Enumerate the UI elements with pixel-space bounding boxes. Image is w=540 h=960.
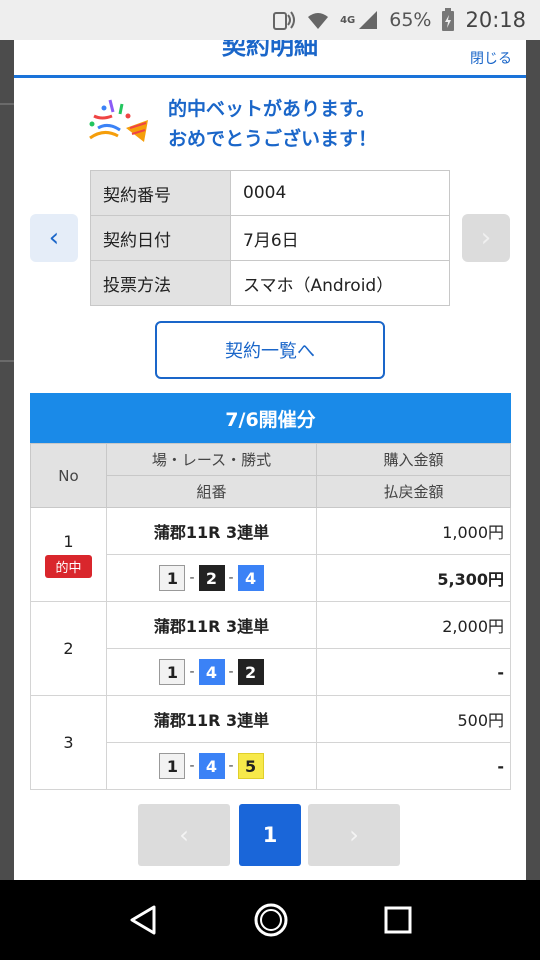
next-contract-button[interactable]: ›: [462, 214, 510, 262]
col-header-combo: 組番: [106, 475, 317, 508]
col-header-payout: 払戻金額: [316, 475, 511, 508]
contract-detail-modal: 契約明細 閉じる 的中ベットがあります。 おめでとうございます！ ‹ › 契約番…: [14, 40, 526, 880]
combo-cell: 1 - 4 - 5: [106, 742, 317, 790]
row-number: 2: [63, 639, 74, 658]
congrats-message: 的中ベットがあります。 おめでとうございます！: [84, 92, 464, 156]
row-number: 1: [63, 531, 74, 551]
signal-icon: 4G: [340, 9, 379, 31]
nfc-icon: [272, 9, 296, 31]
background-divider: [0, 103, 14, 105]
clock: 20:18: [465, 8, 526, 32]
close-button[interactable]: 閉じる: [470, 48, 512, 68]
combo-cell: 1 - 4 - 2: [106, 648, 317, 696]
battery-icon: [441, 8, 455, 32]
separator: -: [189, 664, 195, 680]
contract-date-label: 契約日付: [90, 215, 231, 261]
boat-number: 4: [237, 565, 264, 591]
race-name: 蒲郡11R 3連単: [106, 601, 317, 649]
boat-number: 4: [198, 659, 225, 685]
background-divider: [0, 360, 14, 362]
separator: -: [228, 664, 234, 680]
background-page-right: [526, 40, 540, 880]
boat-number: 5: [237, 753, 264, 779]
chevron-right-icon: ›: [349, 821, 359, 849]
race-name: 蒲郡11R 3連単: [106, 507, 317, 555]
info-row: 契約日付 7月6日: [90, 215, 450, 261]
row-number-cell: 1 的中: [30, 507, 107, 602]
contract-number-label: 契約番号: [90, 170, 231, 216]
vote-method-value: スマホ（Android）: [230, 260, 450, 306]
contract-number-value: 0004: [230, 170, 450, 216]
vote-method-label: 投票方法: [90, 260, 231, 306]
row-number-cell: 2: [30, 601, 107, 696]
section-header: 7/6開催分: [30, 393, 511, 443]
table-row: 1 的中 蒲郡11R 3連単 1,000円: [30, 507, 511, 602]
bet-table: No 場・レース・勝式 購入金額 組番 払戻金額 1 的中 蒲郡11R 3連単 …: [30, 443, 511, 790]
payout-amount: -: [316, 742, 511, 790]
contract-list-button[interactable]: 契約一覧へ: [155, 321, 385, 379]
home-icon[interactable]: [253, 902, 289, 938]
col-header-race: 場・レース・勝式: [106, 443, 317, 476]
battery-percent: 65%: [389, 9, 432, 31]
payout-amount: 5,300円: [316, 554, 511, 602]
purchase-amount: 1,000円: [316, 507, 511, 555]
chevron-left-icon: ‹: [179, 821, 189, 849]
congrats-line-1: 的中ベットがあります。: [168, 98, 376, 120]
congrats-line-2: おめでとうございます！: [168, 128, 378, 150]
wifi-icon: [306, 9, 330, 31]
contract-date-value: 7月6日: [230, 215, 450, 261]
separator: -: [228, 758, 234, 774]
pagination-next-button[interactable]: ›: [308, 804, 400, 866]
table-header-row: No 場・レース・勝式 購入金額: [30, 443, 511, 508]
boat-number: 2: [198, 565, 225, 591]
info-row: 投票方法 スマホ（Android）: [90, 260, 450, 306]
boat-number: 4: [198, 753, 225, 779]
combo-cell: 1 - 2 - 4: [106, 554, 317, 602]
purchase-amount: 500円: [316, 695, 511, 743]
chevron-right-icon: ›: [480, 223, 492, 253]
boat-number: 1: [159, 753, 186, 779]
chevron-left-icon: ‹: [48, 223, 60, 253]
prev-contract-button[interactable]: ‹: [30, 214, 78, 262]
info-row: 契約番号 0004: [90, 170, 450, 216]
pagination-prev-button[interactable]: ‹: [138, 804, 230, 866]
pagination-current-page[interactable]: 1: [239, 804, 301, 866]
purchase-amount: 2,000円: [316, 601, 511, 649]
network-type: 4G: [340, 14, 356, 26]
status-bar: 4G 65% 20:18: [0, 0, 540, 40]
contract-info-table: 契約番号 0004 契約日付 7月6日 投票方法 スマホ（Android）: [90, 170, 450, 306]
congrats-text: 的中ベットがあります。 おめでとうございます！: [168, 94, 377, 154]
background-page-left: [0, 40, 14, 880]
separator: -: [228, 570, 234, 586]
col-header-purchase: 購入金額: [316, 443, 511, 476]
payout-amount: -: [316, 648, 511, 696]
hit-badge: 的中: [45, 554, 92, 578]
row-number: 3: [63, 733, 74, 752]
party-popper-icon: [84, 94, 154, 152]
boat-number: 2: [237, 659, 264, 685]
row-number-cell: 3: [30, 695, 107, 790]
separator: -: [189, 758, 195, 774]
table-row: 2 蒲郡11R 3連単 2,000円: [30, 601, 511, 696]
table-row: 3 蒲郡11R 3連単 500円: [30, 695, 511, 790]
recents-icon[interactable]: [384, 906, 412, 934]
col-header-no: No: [30, 443, 107, 508]
boat-number: 1: [159, 565, 186, 591]
system-nav-bar: [0, 880, 540, 960]
back-icon[interactable]: [128, 904, 158, 936]
modal-header: 契約明細 閉じる: [14, 40, 526, 78]
separator: -: [189, 570, 195, 586]
race-name: 蒲郡11R 3連単: [106, 695, 317, 743]
pagination: ‹ 1 ›: [138, 804, 402, 866]
boat-number: 1: [159, 659, 186, 685]
modal-title: 契約明細: [222, 40, 318, 60]
